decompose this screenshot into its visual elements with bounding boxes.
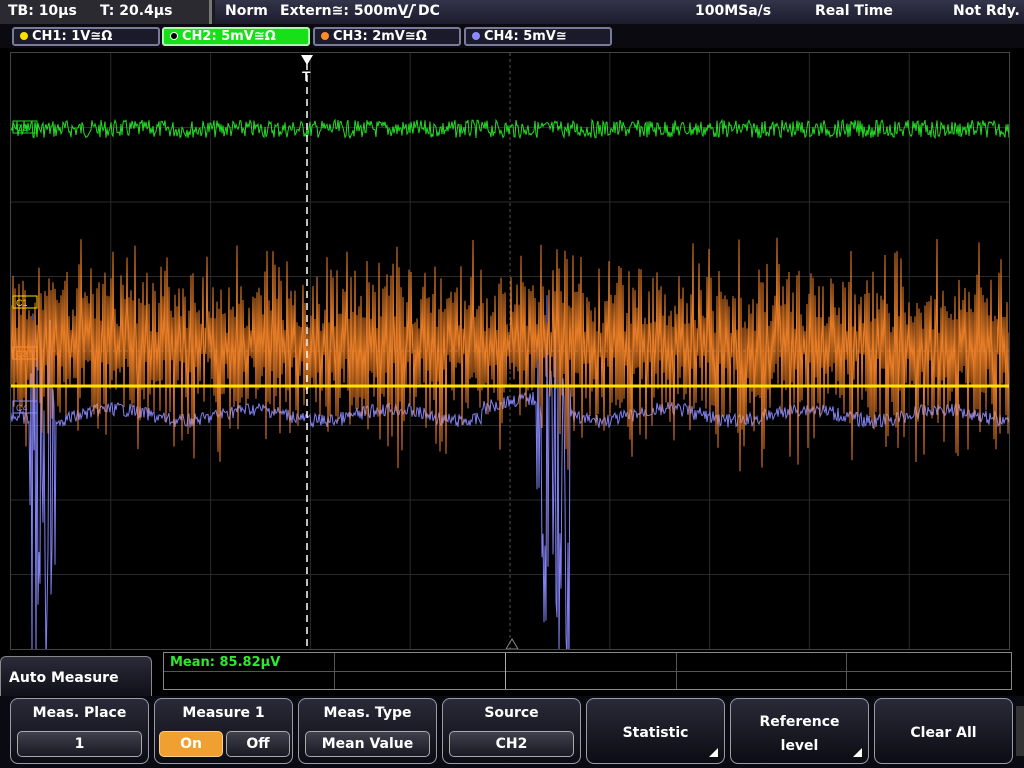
meas-type-softkey[interactable]: Meas. Type Mean Value [298, 698, 437, 764]
channel-1-marker-label: C1 [16, 298, 28, 308]
channel-1-marker[interactable]: C1 [12, 295, 38, 309]
clear-all-softkey[interactable]: Clear All [874, 698, 1013, 764]
channel-2-dot-icon [170, 32, 178, 40]
channel-3-tab[interactable]: CH3: 2mV≅Ω [313, 27, 461, 46]
channel-3-label: CH3: 2mV≅Ω [333, 29, 427, 44]
channel-4-marker-label: C4 [16, 403, 28, 413]
submenu-corner-icon [709, 748, 718, 757]
measurement-results-bar: Mean: 85.82µV [163, 652, 1012, 690]
acquisition-state: Not Rdy. [953, 3, 1020, 19]
rising-edge-icon [403, 4, 417, 22]
source-title: Source [484, 705, 539, 721]
channel-4-label: CH4: 5mV≅ [484, 29, 567, 44]
measure-1-softkey[interactable]: Measure 1 On Off [154, 698, 293, 764]
waveform-canvas: T C2 C1 C3 C4 [11, 53, 1009, 649]
channel-1-tab[interactable]: CH1: 1V≅Ω [12, 27, 160, 46]
meas-place-title: Meas. Place [32, 705, 127, 721]
mean-result: Mean: 85.82µV [170, 655, 281, 670]
channel-2-tab[interactable]: CH2: 5mV≅Ω [162, 27, 310, 46]
acquisition-mode: Real Time [815, 3, 893, 19]
timebase-readout: TB: 10µs [8, 3, 77, 19]
submenu-corner-icon [853, 748, 862, 757]
channel-1-dot-icon [20, 32, 28, 40]
reference-label-line1: Reference [759, 714, 840, 730]
top-status-bar: TB: 10µs T: 20.4µs Norm Extern≅: 500mV D… [0, 0, 1024, 24]
trigger-mode: Norm [225, 3, 268, 19]
source-softkey[interactable]: Source CH2 [442, 698, 581, 764]
trigger-coupling: DC [418, 3, 440, 19]
timebase-panel[interactable]: TB: 10µs T: 20.4µs [0, 0, 212, 24]
reference-level-softkey[interactable]: Reference level [730, 698, 869, 764]
trigger-status-bar[interactable]: Norm Extern≅: 500mV DC 100MSa/s Real Tim… [215, 0, 1024, 24]
channel-2-trace [11, 118, 1009, 140]
trigger-position-marker-icon[interactable] [301, 55, 313, 65]
meas-type-title: Meas. Type [323, 705, 412, 721]
menu-scroll-indicator [1016, 706, 1024, 756]
measure-1-title: Measure 1 [182, 705, 265, 721]
menu-title-tab: Auto Measure [0, 656, 152, 696]
statistic-label: Statistic [622, 725, 689, 741]
channel-3-marker-label: C3 [16, 349, 28, 359]
meas-place-value[interactable]: 1 [17, 731, 142, 757]
center-marker-icon [505, 638, 519, 649]
waveform-display[interactable]: T C2 C1 C3 C4 [10, 52, 1010, 650]
meas-place-softkey[interactable]: Meas. Place 1 [10, 698, 149, 764]
measure-1-off-button[interactable]: Off [226, 731, 290, 757]
statistic-softkey[interactable]: Statistic [586, 698, 725, 764]
clear-all-label: Clear All [910, 725, 977, 741]
trigger-source: Extern≅: 500mV [280, 3, 409, 19]
trigger-marker-label: T [302, 68, 311, 84]
channel-4-dot-icon [472, 32, 480, 40]
reference-label-line2: level [780, 738, 819, 754]
channel-2-label: CH2: 5mV≅Ω [182, 29, 276, 44]
sample-rate: 100MSa/s [695, 3, 772, 19]
measure-1-on-button[interactable]: On [159, 731, 223, 757]
source-value[interactable]: CH2 [449, 731, 574, 757]
menu-title: Auto Measure [9, 670, 119, 686]
channel-3-dot-icon [321, 32, 329, 40]
channel-3-trace [11, 237, 1009, 472]
softkey-menu: Meas. Place 1 Measure 1 On Off Meas. Typ… [0, 696, 1024, 768]
meas-type-value[interactable]: Mean Value [305, 731, 430, 757]
channel-1-label: CH1: 1V≅Ω [32, 29, 113, 44]
trigger-time-readout: T: 20.4µs [100, 3, 173, 19]
channel-4-tab[interactable]: CH4: 5mV≅ [464, 27, 612, 46]
channel-tabs: CH1: 1V≅Ω CH2: 5mV≅Ω CH3: 2mV≅Ω CH4: 5mV… [0, 24, 1024, 48]
channel-2-marker-label: C2 [16, 123, 28, 133]
